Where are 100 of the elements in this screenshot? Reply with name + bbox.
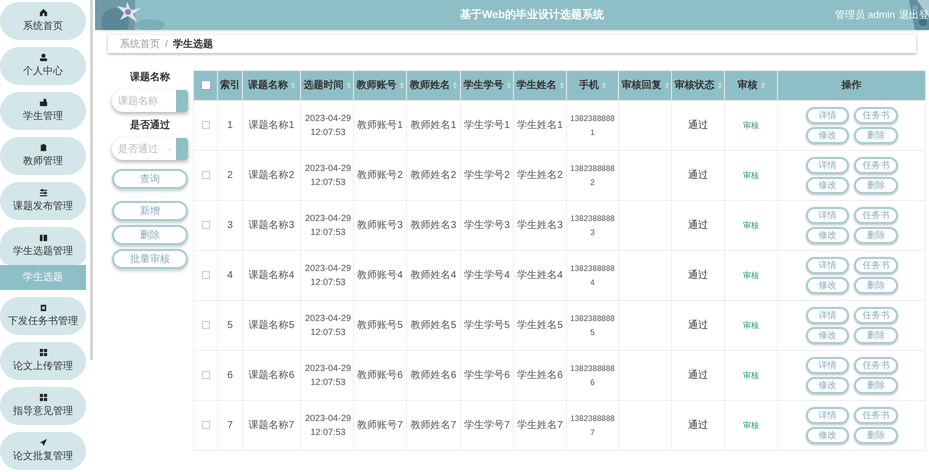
action-button[interactable]: 任务书 — [854, 307, 898, 324]
review-link[interactable]: 审核 — [743, 321, 759, 330]
column-header[interactable]: 教师账号 — [356, 78, 396, 93]
menu-item[interactable]: 个人中心 — [0, 47, 86, 85]
table-cell: 学生学号1 — [464, 120, 510, 131]
checkbox[interactable] — [202, 121, 210, 130]
table-cell: 课题名称3 — [248, 220, 294, 231]
menu-item[interactable]: 学生管理 — [0, 92, 86, 130]
action-button[interactable]: 任务书 — [854, 157, 898, 174]
column-header[interactable]: 学生学号 — [464, 78, 504, 93]
table-cell: 7 — [227, 420, 233, 431]
menu-item[interactable]: 论文批复管理 — [0, 432, 86, 470]
review-link[interactable]: 审核 — [743, 221, 759, 230]
checkbox[interactable] — [202, 271, 210, 280]
action-button[interactable]: 修改 — [806, 177, 849, 194]
action-button[interactable]: 新增 — [112, 201, 188, 221]
menu-item[interactable]: 论文上传管理 — [0, 342, 86, 380]
sort-icon[interactable] — [346, 82, 350, 89]
table-cell: 通过 — [688, 270, 708, 281]
action-button[interactable]: 批量审核 — [112, 249, 188, 269]
submenu-item[interactable]: 学生选题 — [0, 265, 86, 290]
select-field[interactable]: 是否通过 — [112, 138, 188, 160]
column-header[interactable]: 审核 — [738, 78, 758, 93]
checkbox[interactable] — [202, 321, 210, 330]
review-link[interactable]: 审核 — [743, 121, 759, 130]
action-button[interactable]: 修改 — [806, 377, 849, 394]
action-button[interactable]: 删除 — [854, 227, 898, 244]
action-button[interactable]: 删除 — [854, 277, 898, 294]
column-header[interactable]: 索引 — [220, 78, 240, 93]
action-button[interactable]: 详情 — [806, 307, 849, 324]
action-button[interactable]: 详情 — [806, 157, 849, 174]
menu-item[interactable]: 下发任务书管理 — [0, 297, 86, 335]
menu-item[interactable]: 课题发布管理 — [0, 182, 86, 220]
table-cell: 5 — [227, 320, 233, 331]
menu-item[interactable]: 学生选题管理 — [0, 227, 86, 265]
action-button[interactable]: 任务书 — [854, 207, 898, 224]
action-button[interactable]: 修改 — [806, 327, 849, 344]
checkbox[interactable] — [202, 371, 210, 380]
review-link[interactable]: 审核 — [743, 171, 759, 180]
action-button[interactable]: 删除 — [854, 377, 898, 394]
menu-item[interactable]: 系统首页 — [0, 2, 86, 40]
review-link[interactable]: 审核 — [743, 421, 759, 430]
column-header[interactable]: 教师姓名 — [410, 78, 450, 93]
sort-icon[interactable] — [664, 82, 668, 89]
table-cell: 学生姓名3 — [517, 220, 563, 231]
sort-icon[interactable] — [718, 82, 722, 89]
logout-link[interactable]: 退出登 — [899, 8, 929, 22]
action-button[interactable]: 任务书 — [854, 257, 898, 274]
column-header[interactable]: 学生姓名 — [516, 78, 556, 93]
filter-label: 是否通过 — [130, 118, 170, 133]
checkbox[interactable] — [200, 80, 210, 90]
column-header[interactable]: 课题名称 — [248, 78, 288, 93]
action-button[interactable]: 修改 — [806, 127, 849, 144]
action-button[interactable]: 任务书 — [854, 107, 898, 124]
action-button[interactable]: 删除 — [112, 225, 188, 245]
sort-icon[interactable] — [453, 82, 457, 89]
column-header[interactable]: 操作 — [842, 78, 862, 93]
action-button[interactable]: 详情 — [806, 257, 849, 274]
column-header[interactable]: 选题时间 — [304, 78, 344, 93]
column-header[interactable]: 审核状态 — [674, 78, 714, 93]
action-button[interactable]: 删除 — [854, 127, 898, 144]
review-link[interactable]: 审核 — [743, 371, 759, 380]
table-cell: 通过 — [688, 420, 708, 431]
input-field[interactable]: 课题名称 — [112, 90, 188, 112]
action-button[interactable]: 详情 — [806, 407, 849, 424]
sort-icon[interactable] — [400, 82, 404, 89]
action-button[interactable]: 查询 — [112, 169, 188, 189]
table-cell: 教师账号7 — [357, 420, 403, 431]
action-button[interactable]: 删除 — [854, 177, 898, 194]
action-button[interactable]: 修改 — [806, 227, 849, 244]
table-cell: 教师姓名4 — [410, 270, 456, 281]
action-button[interactable]: 详情 — [806, 107, 849, 124]
action-button[interactable]: 任务书 — [854, 357, 898, 374]
table-cell-text: 13823888882 — [570, 162, 616, 188]
table-cell: 教师姓名3 — [410, 220, 456, 231]
action-button[interactable]: 详情 — [806, 207, 849, 224]
column-header[interactable]: 审核回复 — [622, 78, 662, 93]
breadcrumb-item[interactable]: 学生选题 — [172, 36, 213, 52]
sort-icon[interactable] — [506, 82, 510, 89]
table-cell: 学生学号2 — [464, 170, 510, 181]
breadcrumb-item[interactable]: 系统首页 — [120, 36, 160, 52]
action-button[interactable]: 任务书 — [854, 407, 898, 424]
menu-item[interactable]: 指导意见管理 — [0, 387, 86, 425]
table-cell: 通过 — [688, 120, 708, 131]
table-cell: 教师账号6 — [357, 370, 403, 381]
column-header[interactable]: 手机 — [579, 78, 599, 93]
action-button[interactable]: 修改 — [806, 277, 849, 294]
action-button[interactable]: 详情 — [806, 357, 849, 374]
action-button[interactable]: 删除 — [854, 327, 898, 344]
sort-icon[interactable] — [760, 82, 764, 89]
action-button[interactable]: 修改 — [806, 427, 849, 444]
checkbox[interactable] — [202, 221, 210, 230]
sort-icon[interactable] — [560, 82, 564, 89]
action-button[interactable]: 删除 — [854, 427, 898, 444]
checkbox[interactable] — [202, 421, 210, 430]
menu-item[interactable]: 教师管理 — [0, 137, 86, 175]
sort-icon[interactable] — [602, 82, 606, 89]
review-link[interactable]: 审核 — [743, 271, 759, 280]
sort-icon[interactable] — [291, 82, 295, 89]
checkbox[interactable] — [202, 171, 210, 180]
